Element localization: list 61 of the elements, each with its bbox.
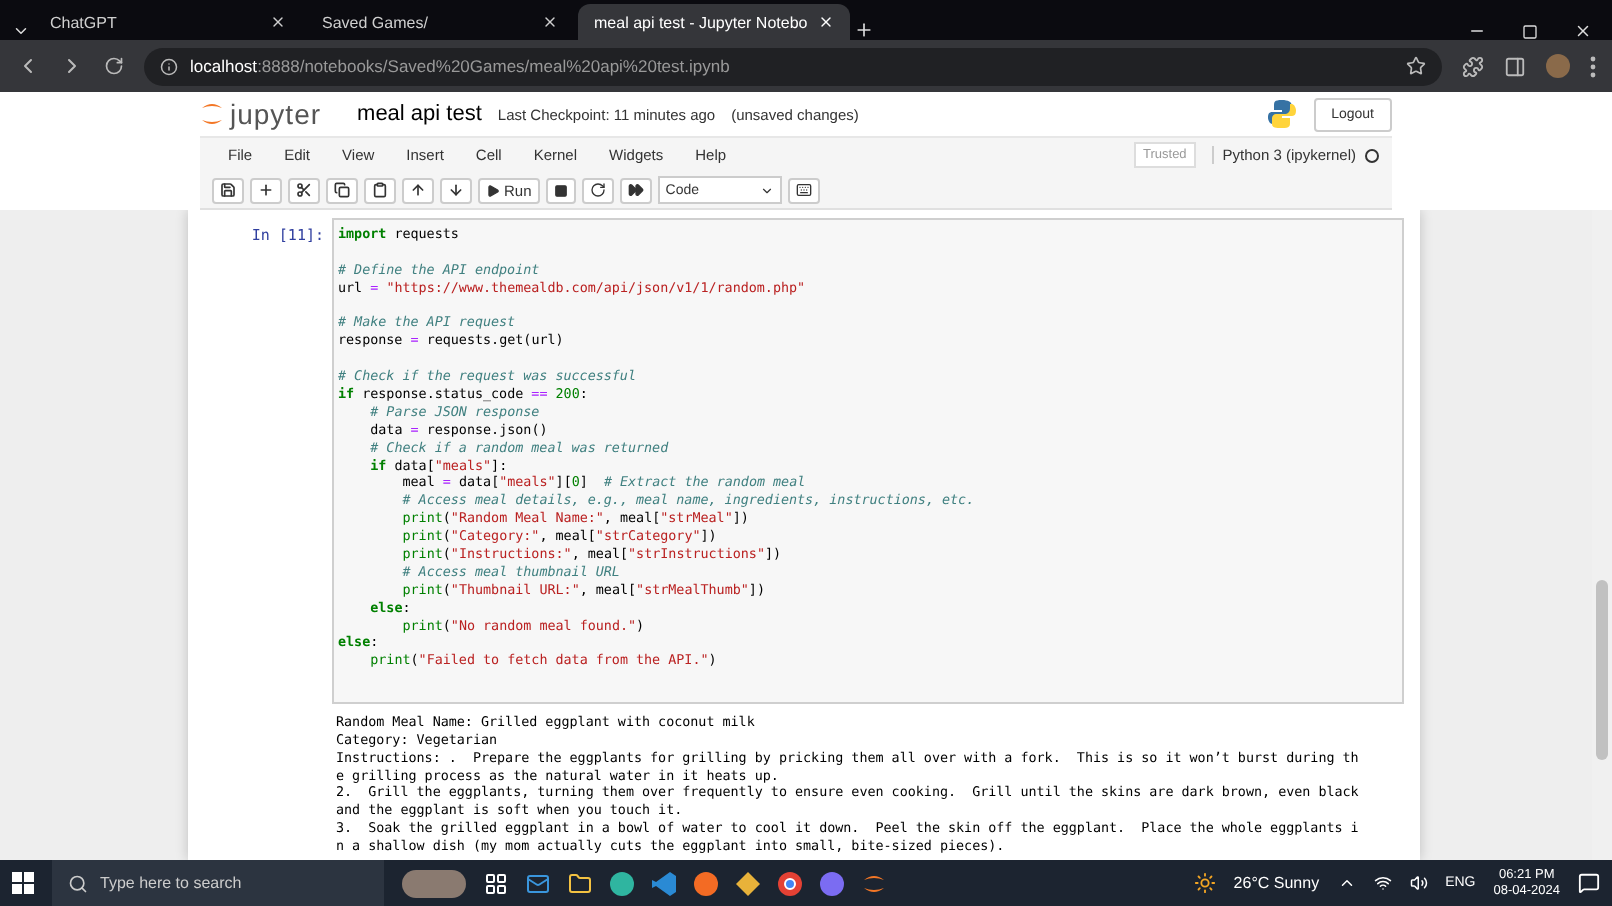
close-icon[interactable] [1574, 22, 1592, 40]
menu-icon[interactable] [1590, 55, 1596, 77]
close-icon[interactable] [270, 14, 286, 30]
scissors-icon [296, 182, 312, 198]
sun-icon [1193, 872, 1216, 894]
profile-avatar[interactable] [1546, 54, 1570, 78]
info-icon [160, 57, 178, 75]
restart-button[interactable] [581, 177, 614, 203]
save-icon [220, 182, 236, 198]
star-icon[interactable] [1406, 56, 1426, 76]
arrow-up-button[interactable] [402, 177, 434, 203]
address-bar[interactable]: localhost:8888/notebooks/Saved%20Games/meal%20api%20test.ipynb [144, 47, 1442, 85]
restart-icon [589, 182, 606, 198]
mail-icon[interactable] [526, 871, 550, 895]
task-view-icon[interactable] [484, 871, 508, 895]
browser-tab[interactable]: meal api test - Jupyter Notebo [578, 4, 850, 40]
copy-icon [334, 182, 350, 198]
save-button[interactable] [212, 177, 244, 203]
jupyter-orbit-icon [200, 100, 224, 128]
play-icon [486, 183, 500, 197]
clipboard-button[interactable] [364, 177, 396, 203]
stop-icon [553, 183, 568, 197]
plus-icon [258, 182, 274, 198]
taskbar-search[interactable]: Type here to search [52, 860, 384, 906]
browser-tab[interactable]: ChatGPT [34, 4, 302, 40]
fast-forward-icon [627, 182, 644, 198]
run-all-button[interactable] [619, 177, 652, 203]
windows-start-icon[interactable] [12, 872, 34, 894]
keyboard-icon [795, 182, 812, 198]
side-panel-icon[interactable] [1504, 55, 1526, 77]
notebook-title[interactable]: meal api test [357, 102, 482, 126]
search-icon [68, 873, 88, 893]
wifi-icon[interactable] [1373, 874, 1392, 892]
plus-icon[interactable] [853, 20, 874, 40]
jupyter-logo[interactable]: jupyter [200, 98, 322, 130]
diamond-app-icon[interactable] [736, 871, 760, 895]
volume-icon[interactable] [1409, 874, 1428, 892]
browser-tab[interactable]: Saved Games/ [306, 4, 574, 40]
arrow-down-icon [448, 182, 464, 198]
close-icon[interactable] [542, 14, 558, 30]
kernel-idle-icon [1364, 147, 1380, 163]
clipboard-icon [372, 182, 388, 198]
chevron-up-icon[interactable] [1337, 874, 1356, 892]
arrow-up-icon [410, 182, 426, 198]
chevron-down-icon [759, 183, 774, 197]
plus-button[interactable] [250, 177, 282, 203]
scissors-button[interactable] [288, 177, 320, 203]
notification-icon[interactable] [1578, 872, 1600, 894]
python-logo-icon [1265, 98, 1298, 130]
url-text: localhost:8888/notebooks/Saved%20Games/meal%20api%20test.ipynb [190, 56, 730, 76]
keyboard-button[interactable] [787, 177, 820, 203]
weather-text[interactable]: 26°C Sunny [1233, 874, 1320, 892]
arrow-down-button[interactable] [440, 177, 472, 203]
folder-icon[interactable] [568, 871, 592, 895]
chevron-down-icon[interactable] [12, 22, 30, 40]
reload-icon[interactable] [104, 56, 124, 76]
code-cell[interactable] [332, 218, 1404, 705]
copy-button[interactable] [326, 177, 358, 203]
puzzle-icon[interactable] [1462, 55, 1484, 77]
maximize-icon[interactable] [1522, 24, 1538, 40]
stop-button[interactable] [545, 177, 576, 203]
